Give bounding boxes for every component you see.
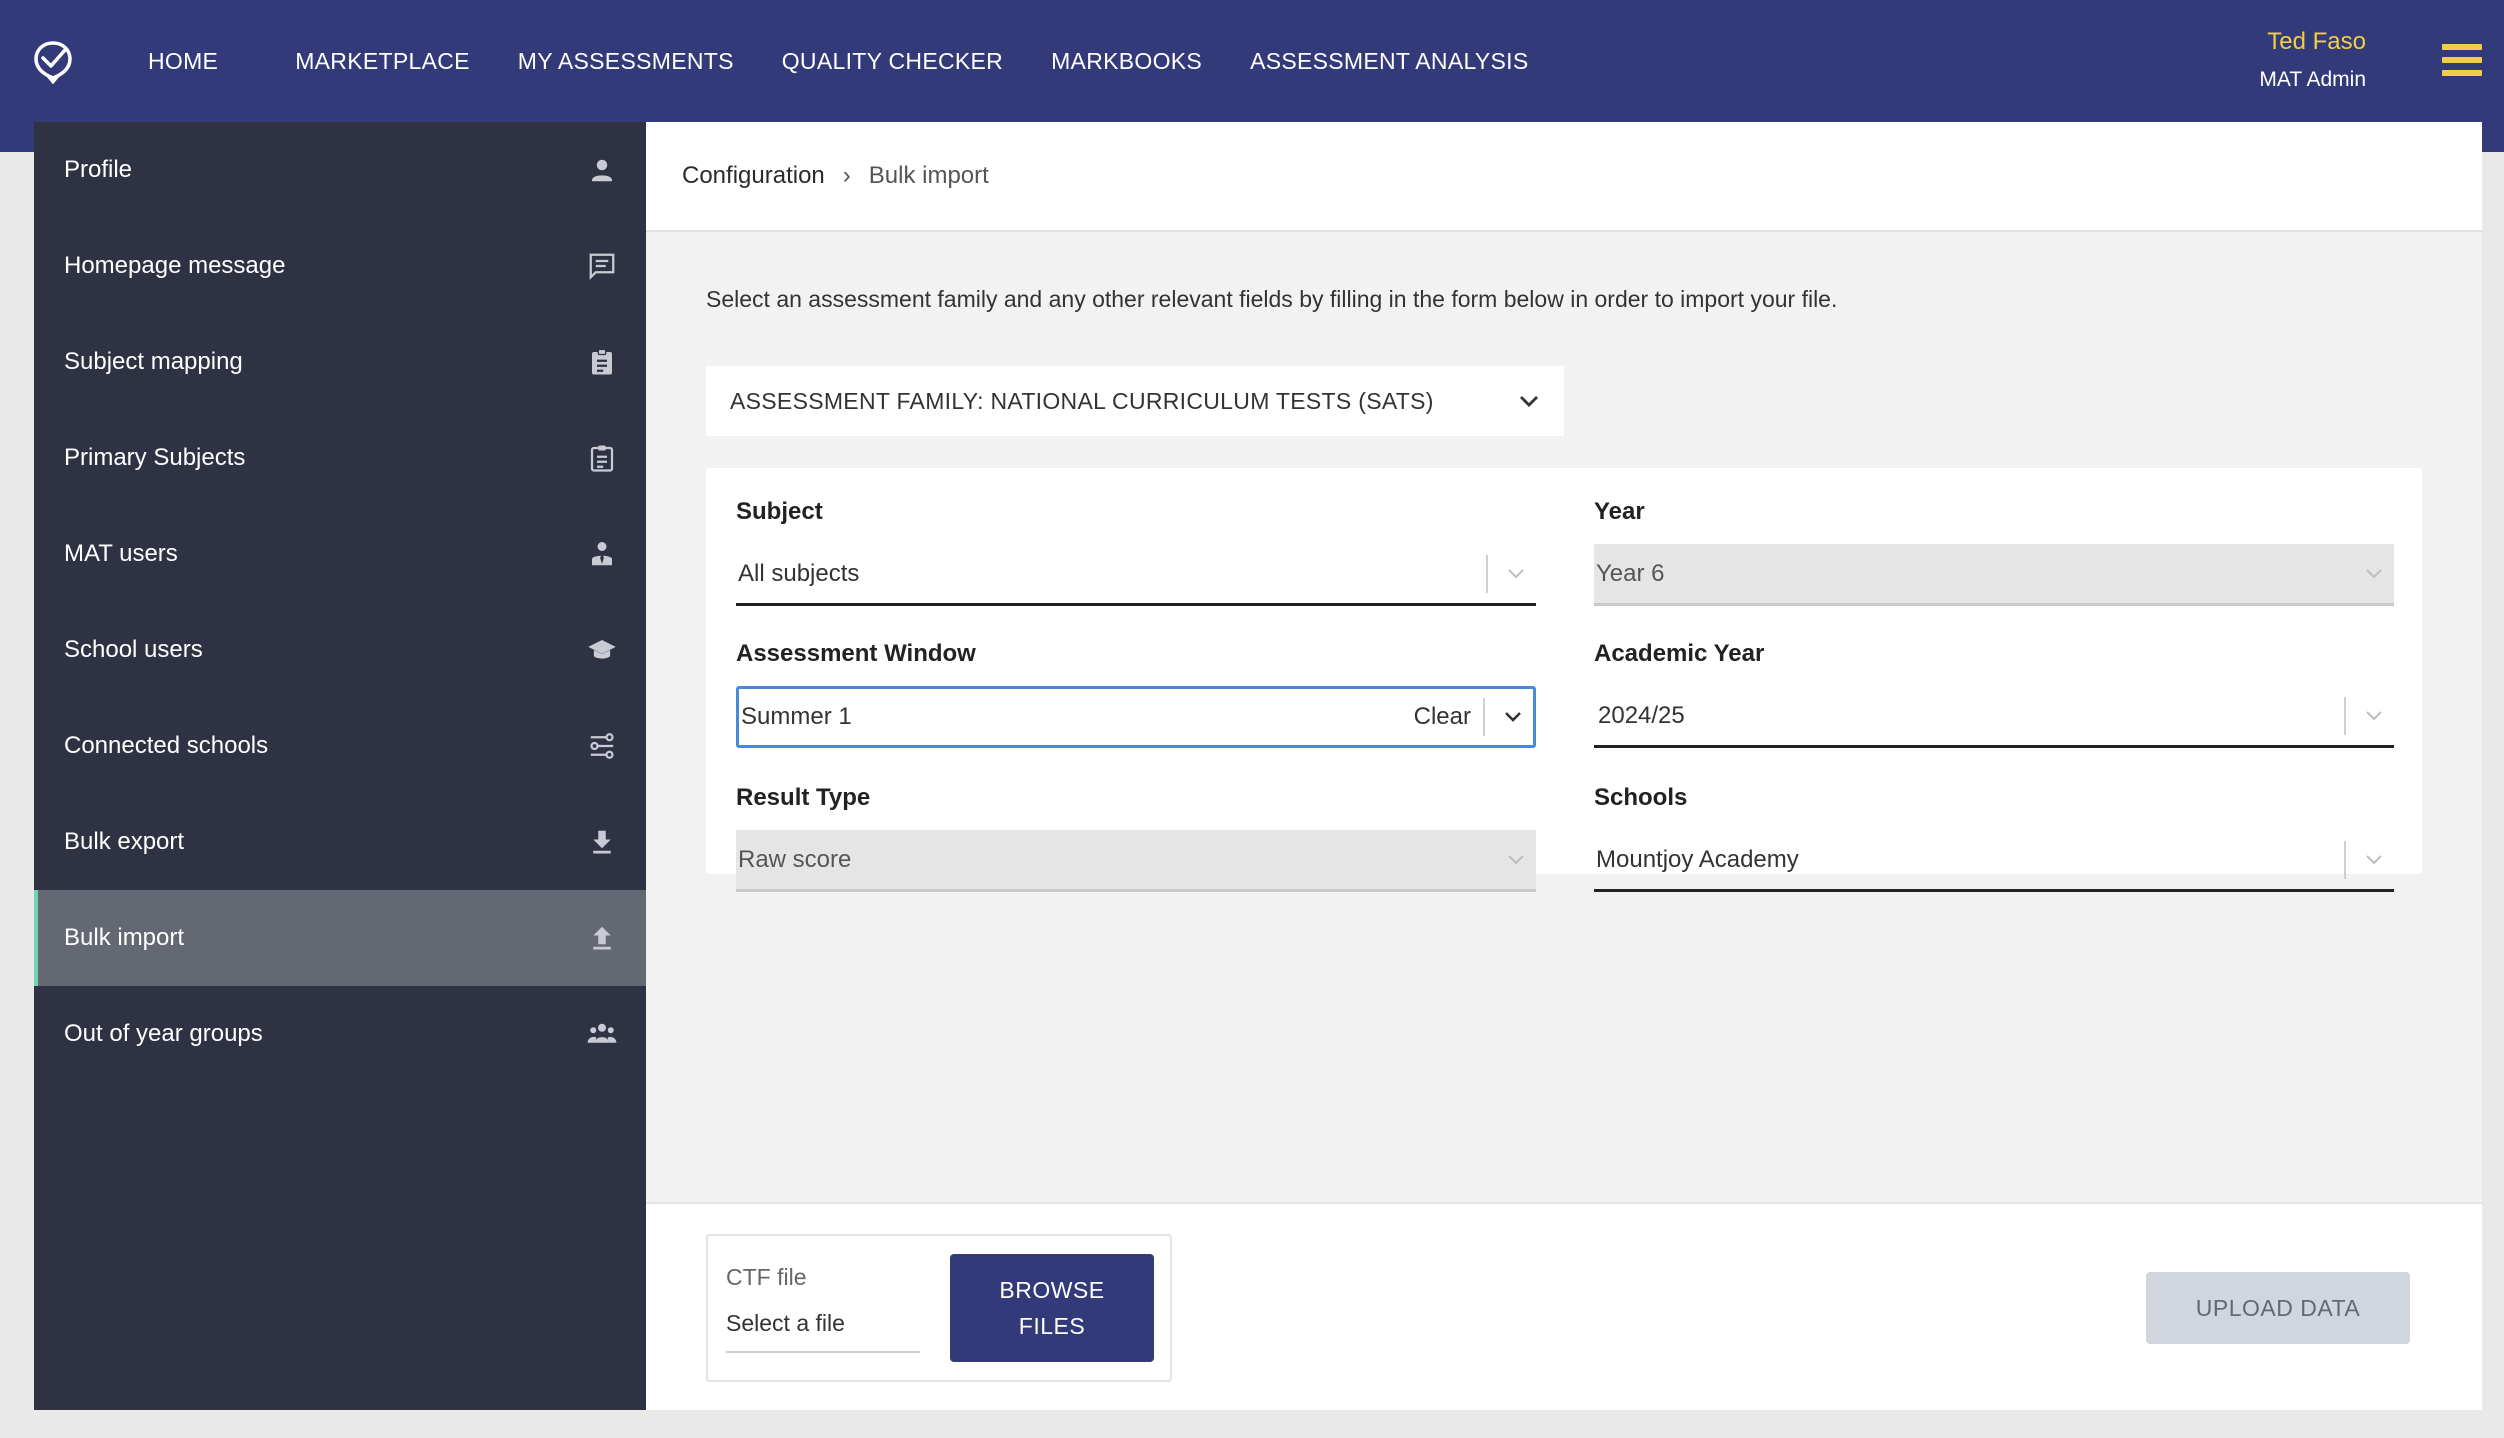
chevron-down-icon[interactable] [1496, 568, 1536, 580]
sidebar-item-primary-subjects[interactable]: Primary Subjects [34, 410, 646, 506]
chevron-down-icon[interactable] [1493, 711, 1533, 723]
sidebar-item-label: MAT users [64, 540, 178, 567]
graduation-cap-icon [586, 634, 618, 666]
subject-label: Subject [736, 498, 823, 525]
sidebar-item-out-of-year-groups[interactable]: Out of year groups [34, 986, 646, 1082]
user-name: Ted Faso [2267, 28, 2366, 55]
chevron-down-icon[interactable] [2354, 710, 2394, 722]
result-type-select: Raw score [736, 830, 1536, 892]
file-label: CTF file [726, 1264, 807, 1290]
main-nav: HOME MARKETPLACE MY ASSESSMENTS QUALITY … [148, 0, 1576, 122]
assessment-window-value: Summer 1 [741, 703, 852, 730]
clipboard-filled-icon [586, 346, 618, 378]
result-type-field: Result Type Raw score [736, 784, 1536, 892]
file-select-field[interactable]: Select a file [726, 1310, 920, 1353]
sidebar-item-homepage-message[interactable]: Homepage message [34, 218, 646, 314]
sidebar-item-label: Homepage message [64, 252, 286, 279]
nav-home[interactable]: HOME [148, 48, 218, 75]
select-divider [2344, 840, 2346, 879]
sidebar-item-profile[interactable]: Profile [34, 122, 646, 218]
sidebar-item-bulk-import[interactable]: Bulk import [34, 890, 646, 986]
upload-icon [586, 922, 618, 954]
year-field: Year Year 6 [1594, 498, 2394, 606]
nav-assessment-analysis[interactable]: ASSESSMENT ANALYSIS [1250, 48, 1528, 75]
chevron-down-icon [2354, 568, 2394, 580]
schools-select[interactable]: Mountjoy Academy [1594, 830, 2394, 892]
assessment-window-select[interactable]: Summer 1 Clear [736, 686, 1536, 748]
sidebar-item-subject-mapping[interactable]: Subject mapping [34, 314, 646, 410]
chevron-down-icon [1496, 854, 1536, 866]
assessment-window-field: Assessment Window Summer 1 Clear [736, 640, 1536, 748]
user-role: MAT Admin [2259, 68, 2366, 91]
nav-quality-checker[interactable]: QUALITY CHECKER [782, 48, 1003, 75]
download-icon [586, 826, 618, 858]
chevron-down-icon [1520, 396, 1538, 407]
subject-select[interactable]: All subjects [736, 544, 1536, 606]
sidebar-item-connected-schools[interactable]: Connected schools [34, 698, 646, 794]
breadcrumb: Configuration › Bulk import [646, 122, 2482, 232]
upload-bar: CTF file Select a file BROWSE FILES UPLO… [646, 1202, 2482, 1410]
file-picker: CTF file Select a file BROWSE FILES [706, 1234, 1172, 1382]
sidebar-item-bulk-export[interactable]: Bulk export [34, 794, 646, 890]
academic-year-select[interactable]: 2024/25 [1594, 686, 2394, 748]
select-divider [2344, 696, 2346, 735]
academic-year-value: 2024/25 [1598, 701, 1685, 729]
clear-button[interactable]: Clear [1414, 703, 1471, 731]
sidebar-item-school-users[interactable]: School users [34, 602, 646, 698]
breadcrumb-chevron-icon: › [842, 162, 851, 189]
select-divider [1483, 698, 1485, 736]
sidebar-item-label: Bulk import [64, 924, 185, 951]
import-form: Subject All subjects Year Year 6 Assessm… [706, 468, 2422, 892]
main-content: Configuration › Bulk import Select an as… [646, 122, 2482, 1410]
year-label: Year [1594, 498, 1645, 525]
nav-marketplace[interactable]: MARKETPLACE [295, 48, 470, 75]
sidebar-item-label: Connected schools [64, 732, 269, 759]
sidebar: Profile Homepage message Subject mapping… [34, 122, 646, 1410]
nav-markbooks[interactable]: MARKBOOKS [1051, 48, 1202, 75]
assessment-family-select[interactable]: ASSESSMENT FAMILY: NATIONAL CURRICULUM T… [706, 366, 1564, 436]
hamburger-menu-icon[interactable] [2442, 44, 2482, 78]
assessment-family-value: ASSESSMENT FAMILY: NATIONAL CURRICULUM T… [730, 387, 1434, 414]
schools-label: Schools [1594, 784, 1688, 811]
sidebar-item-mat-users[interactable]: MAT users [34, 506, 646, 602]
app-logo-icon[interactable] [30, 38, 76, 84]
sidebar-item-label: Bulk export [64, 828, 185, 855]
schools-field: Schools Mountjoy Academy [1594, 784, 2394, 892]
year-select: Year 6 [1594, 544, 2394, 606]
message-icon [586, 250, 618, 282]
intro-text: Select an assessment family and any othe… [706, 286, 1838, 312]
subject-field: Subject All subjects [736, 498, 1536, 606]
assessment-window-label: Assessment Window [736, 640, 976, 667]
academic-year-field: Academic Year 2024/25 [1594, 640, 2394, 748]
upload-data-button: UPLOAD DATA [2146, 1272, 2410, 1344]
select-divider [1486, 554, 1488, 593]
year-value: Year 6 [1596, 559, 1665, 587]
admin-user-icon [586, 538, 618, 570]
sidebar-item-label: Subject mapping [64, 348, 243, 375]
schools-value: Mountjoy Academy [1596, 845, 1799, 873]
academic-year-label: Academic Year [1594, 640, 1765, 667]
nav-my-assessments[interactable]: MY ASSESSMENTS [518, 48, 734, 75]
result-type-label: Result Type [736, 784, 871, 811]
subject-value: All subjects [738, 559, 860, 587]
breadcrumb-configuration[interactable]: Configuration [682, 162, 825, 190]
sidebar-item-label: Profile [64, 156, 133, 183]
sidebar-item-label: School users [64, 636, 203, 663]
result-type-value: Raw score [738, 845, 852, 873]
sidebar-item-label: Primary Subjects [64, 444, 246, 471]
browse-files-button[interactable]: BROWSE FILES [950, 1254, 1154, 1362]
sidebar-item-label: Out of year groups [64, 1020, 263, 1047]
user-info[interactable]: Ted Faso MAT Admin [2259, 28, 2366, 92]
connection-icon [586, 730, 618, 762]
chevron-down-icon[interactable] [2354, 854, 2394, 866]
person-icon [586, 154, 618, 186]
clipboard-outline-icon [586, 442, 618, 474]
breadcrumb-current: Bulk import [868, 162, 989, 189]
group-icon [586, 1018, 618, 1050]
